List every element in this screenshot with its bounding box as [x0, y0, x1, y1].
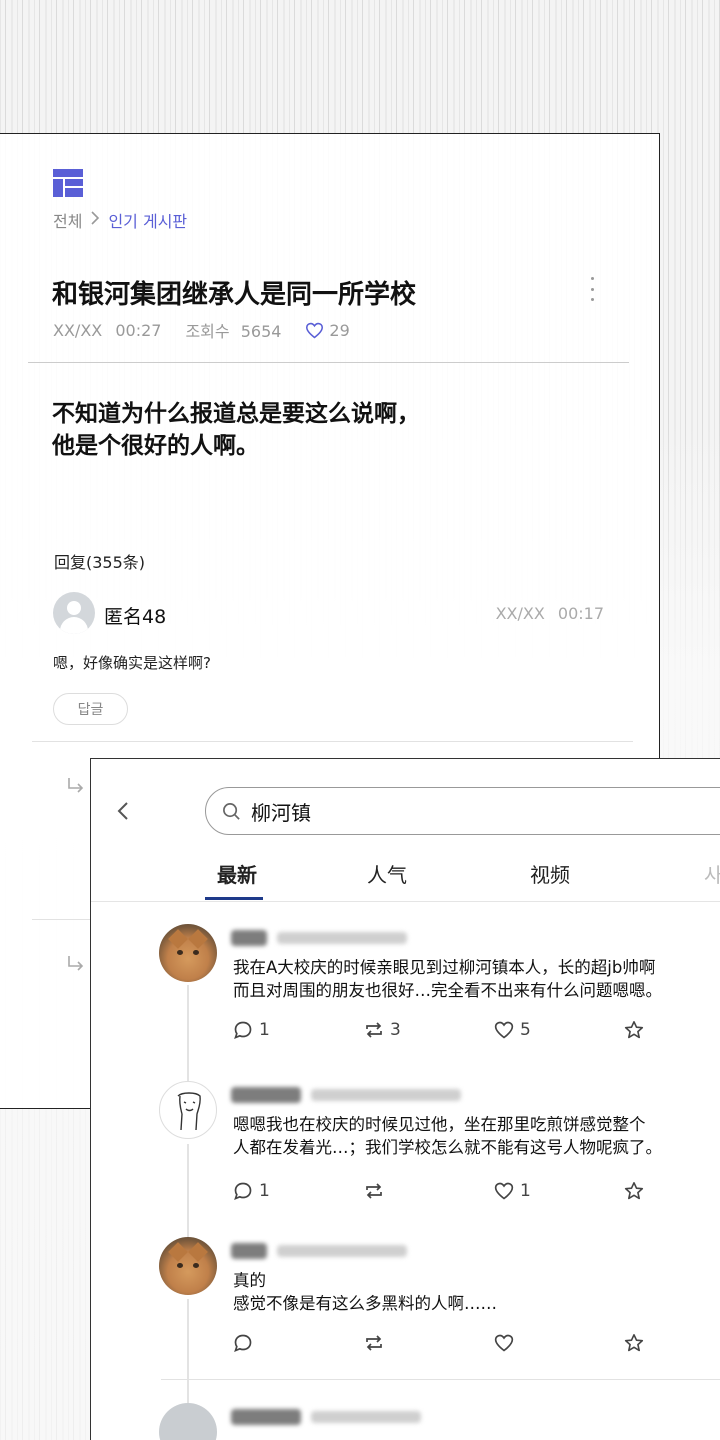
repost-icon	[366, 1022, 382, 1038]
view-count: 조회수 5654	[185, 318, 281, 342]
comment-icon	[234, 1021, 252, 1039]
comment-count: 1	[259, 1181, 270, 1201]
divider	[28, 362, 629, 363]
avatar[interactable]	[159, 924, 217, 982]
post-body: 不知道为什么报道总是要这么说啊， 他是个很好的人啊。	[52, 401, 420, 459]
avatar[interactable]	[159, 1237, 217, 1295]
comment-button[interactable]: 1	[233, 1181, 270, 1201]
search-input[interactable]: 柳河镇	[205, 787, 720, 835]
like-button[interactable]: 5	[494, 1020, 531, 1040]
comment-icon	[234, 1182, 252, 1200]
repost-button[interactable]: 3	[364, 1020, 401, 1040]
heart-icon	[494, 1334, 514, 1352]
thread-line	[187, 985, 189, 1081]
reply-button[interactable]: 답글	[53, 693, 128, 725]
comment-button[interactable]: 1	[233, 1020, 270, 1040]
post-date: XX/XX	[53, 320, 103, 340]
post-actions: 1 1	[233, 1181, 653, 1205]
comment-date: XX/XX	[495, 604, 545, 623]
views-label: 조회수	[185, 322, 230, 341]
post-actions	[233, 1333, 653, 1357]
search-tabs: 最新 人气 视频 사	[91, 855, 720, 901]
board-logo-icon	[53, 169, 83, 197]
repost-button[interactable]	[364, 1181, 390, 1201]
heart-icon	[494, 1182, 514, 1200]
more-options-icon[interactable]	[585, 277, 599, 301]
breadcrumb-root[interactable]: 전체	[53, 208, 82, 232]
active-tab-indicator	[205, 897, 263, 900]
comment-time: XX/XX 00:17	[496, 604, 604, 623]
blurred-username	[231, 1407, 421, 1427]
comment-count: 1	[259, 1020, 270, 1040]
heart-icon	[306, 322, 324, 338]
thread-line	[187, 1144, 189, 1239]
star-icon	[624, 1334, 644, 1352]
reply-arrow-icon	[68, 956, 84, 971]
comment-button[interactable]	[233, 1333, 259, 1353]
post-text: 真的 感觉不像是有这么多黑料的人啊……	[233, 1271, 497, 1313]
back-arrow-icon[interactable]	[115, 799, 131, 823]
avatar[interactable]	[159, 1403, 217, 1440]
divider	[161, 1379, 720, 1380]
divider	[91, 901, 720, 902]
post-datetime: XX/XX 00:27	[53, 321, 161, 340]
post-actions: 1 3 5	[233, 1020, 653, 1044]
search-query: 柳河镇	[251, 800, 311, 825]
post-time: 00:27	[115, 320, 162, 340]
favorite-button[interactable]	[624, 1181, 644, 1201]
reply-arrow-icon	[68, 778, 84, 793]
post-text: 嗯嗯我也在校庆的时候见过他，坐在那里吃煎饼感觉整个 人都在发着光…；我们学校怎么…	[233, 1115, 662, 1157]
avatar	[53, 592, 95, 634]
avatar[interactable]	[159, 1081, 217, 1139]
like-count: 1	[520, 1181, 531, 1201]
views-count: 5654	[240, 322, 282, 341]
repost-count: 3	[390, 1020, 401, 1040]
divider	[32, 741, 633, 742]
comment-icon	[234, 1334, 252, 1352]
search-icon	[223, 802, 240, 820]
blurred-username	[231, 1241, 407, 1261]
tab-popular[interactable]: 人气	[367, 859, 407, 888]
star-icon	[624, 1182, 644, 1200]
likes-number: 29	[329, 320, 350, 340]
like-count: 5	[520, 1020, 531, 1040]
like-button[interactable]: 1	[494, 1181, 531, 1201]
search-results-panel: 柳河镇 最新 人气 视频 사 我在A大校庆的时候亲眼见到过柳河镇本人，长的超jb…	[90, 758, 720, 1440]
breadcrumb-current[interactable]: 인기 게시판	[108, 208, 187, 232]
heart-icon	[494, 1021, 514, 1039]
like-button[interactable]	[494, 1333, 520, 1353]
tab-more[interactable]: 사	[704, 859, 720, 888]
tab-video[interactable]: 视频	[530, 859, 570, 888]
favorite-button[interactable]	[624, 1020, 644, 1040]
breadcrumb: 전체 인기 게시판	[53, 208, 187, 232]
tab-latest[interactable]: 最新	[217, 859, 257, 888]
chevron-right-icon	[90, 210, 100, 231]
comment-clock: 00:17	[557, 604, 604, 623]
comment-text: 嗯，好像确实是这样啊?	[53, 654, 211, 672]
post-text: 我在A大校庆的时候亲眼见到过柳河镇本人，长的超jb帅啊 而且对周围的朋友也很好……	[233, 958, 662, 1000]
blurred-username	[231, 1085, 461, 1105]
favorite-button[interactable]	[624, 1333, 644, 1353]
blurred-username	[231, 928, 407, 948]
post-title: 和银河集团继承人是同一所学校	[52, 280, 417, 310]
thread-line	[187, 1299, 189, 1409]
repost-icon	[366, 1183, 382, 1199]
post-meta: XX/XX 00:27 조회수 5654 29	[53, 318, 350, 342]
star-icon	[624, 1021, 644, 1039]
repost-icon	[366, 1335, 382, 1351]
commenter-name: 匿名48	[104, 606, 167, 628]
like-count[interactable]: 29	[305, 320, 350, 340]
repost-button[interactable]	[364, 1333, 390, 1353]
reply-count: 回复(355条)	[54, 553, 146, 572]
